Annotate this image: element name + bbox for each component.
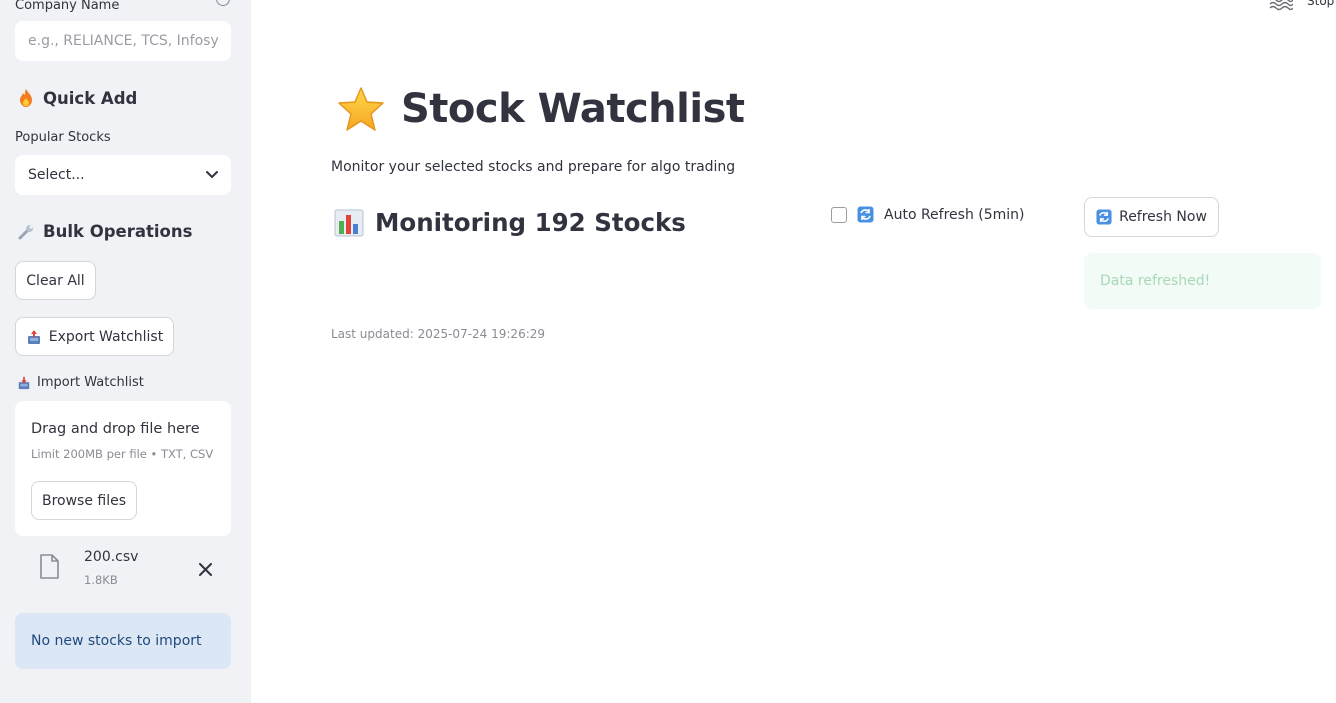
- uploaded-file-row: 200.csv 1.8KB: [15, 544, 231, 596]
- page-title-text: Stock Watchlist: [401, 86, 745, 132]
- auto-refresh-label: Auto Refresh (5min): [884, 206, 1025, 223]
- chevron-down-icon: [206, 167, 218, 183]
- last-updated-text: Last updated: 2025-07-24 19:26:29: [331, 327, 546, 341]
- browse-files-button[interactable]: Browse files: [31, 481, 137, 520]
- file-size: 1.8KB: [84, 573, 118, 587]
- monitoring-heading-text: Monitoring 192 Stocks: [375, 208, 686, 237]
- success-toast: Data refreshed!: [1084, 253, 1321, 309]
- inbox-icon: [17, 376, 31, 390]
- import-watchlist-label: Import Watchlist: [17, 375, 144, 390]
- popular-stocks-label: Popular Stocks: [15, 130, 111, 145]
- star-icon: [337, 86, 385, 132]
- running-icon: [1269, 0, 1294, 15]
- refresh-now-label: Refresh Now: [1119, 209, 1207, 225]
- close-icon[interactable]: [199, 561, 212, 580]
- clear-all-button[interactable]: Clear All: [15, 261, 96, 300]
- import-watchlist-text: Import Watchlist: [37, 375, 144, 390]
- export-watchlist-button[interactable]: Export Watchlist: [15, 317, 174, 356]
- bulk-operations-title: Bulk Operations: [43, 222, 193, 241]
- upload-limit-text: Limit 200MB per file • TXT, CSV: [31, 447, 214, 461]
- page-subtitle: Monitor your selected stocks and prepare…: [331, 159, 736, 175]
- stop-button[interactable]: Stop: [1307, 0, 1334, 8]
- auto-refresh-checkbox[interactable]: [831, 206, 847, 223]
- wrench-icon: [17, 223, 35, 241]
- outbox-icon: [26, 329, 42, 345]
- bar-chart-icon: [334, 209, 364, 237]
- monitoring-heading: Monitoring 192 Stocks: [334, 208, 686, 237]
- file-icon: [39, 554, 59, 583]
- refresh-icon: [857, 206, 874, 223]
- file-uploader[interactable]: Drag and drop file here Limit 200MB per …: [15, 401, 231, 536]
- auto-refresh-toggle[interactable]: Auto Refresh (5min): [831, 206, 1025, 223]
- bulk-operations-heading: Bulk Operations: [17, 222, 192, 241]
- popular-stocks-select[interactable]: Select...: [15, 155, 231, 195]
- quick-add-title: Quick Add: [43, 88, 138, 108]
- drag-drop-text: Drag and drop file here: [31, 421, 200, 437]
- company-name-input[interactable]: [15, 21, 231, 61]
- top-menu: Stop: [1269, 0, 1334, 15]
- file-name: 200.csv: [84, 549, 139, 565]
- fire-icon: [17, 88, 35, 108]
- info-message: No new stocks to import: [15, 613, 231, 669]
- refresh-icon: [1096, 209, 1112, 225]
- quick-add-heading: Quick Add: [17, 88, 137, 108]
- page-title: Stock Watchlist: [337, 86, 745, 132]
- company-name-label: Company Name: [15, 0, 120, 13]
- help-icon[interactable]: [216, 0, 230, 6]
- export-watchlist-label: Export Watchlist: [48, 328, 164, 345]
- refresh-now-button[interactable]: Refresh Now: [1084, 197, 1219, 237]
- popular-stocks-value: Select...: [28, 167, 85, 183]
- sidebar: Company Name Quick Add Popular Stocks Se…: [0, 0, 251, 703]
